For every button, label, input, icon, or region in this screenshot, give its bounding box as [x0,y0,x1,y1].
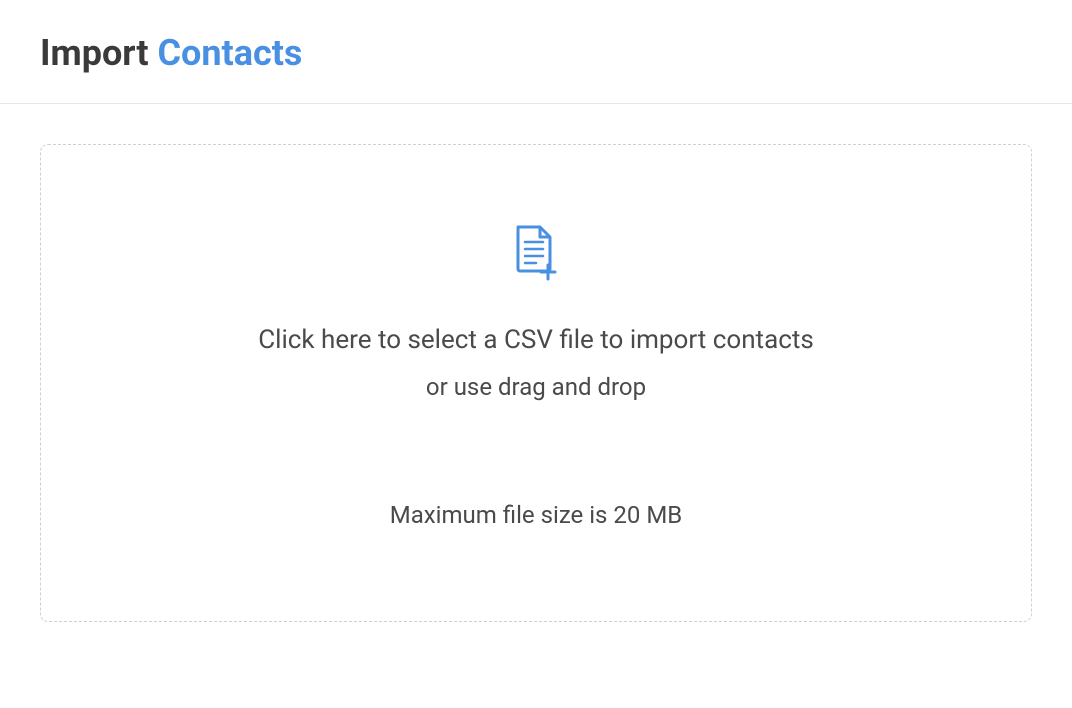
content-area: Click here to select a CSV file to impor… [0,104,1072,662]
file-add-icon [514,225,558,281]
page-title: Import Contacts [40,32,1032,75]
file-dropzone[interactable]: Click here to select a CSV file to impor… [40,144,1032,622]
page-title-part2: Contacts [157,32,302,74]
dropzone-instruction-primary: Click here to select a CSV file to impor… [258,325,814,355]
dropzone-instruction-secondary: or use drag and drop [426,373,646,401]
dropzone-instruction-limit: Maximum file size is 20 MB [390,501,682,529]
page-title-part1: Import [40,32,157,74]
dropzone-icon-wrap [514,225,558,281]
page-header: Import Contacts [0,0,1072,104]
